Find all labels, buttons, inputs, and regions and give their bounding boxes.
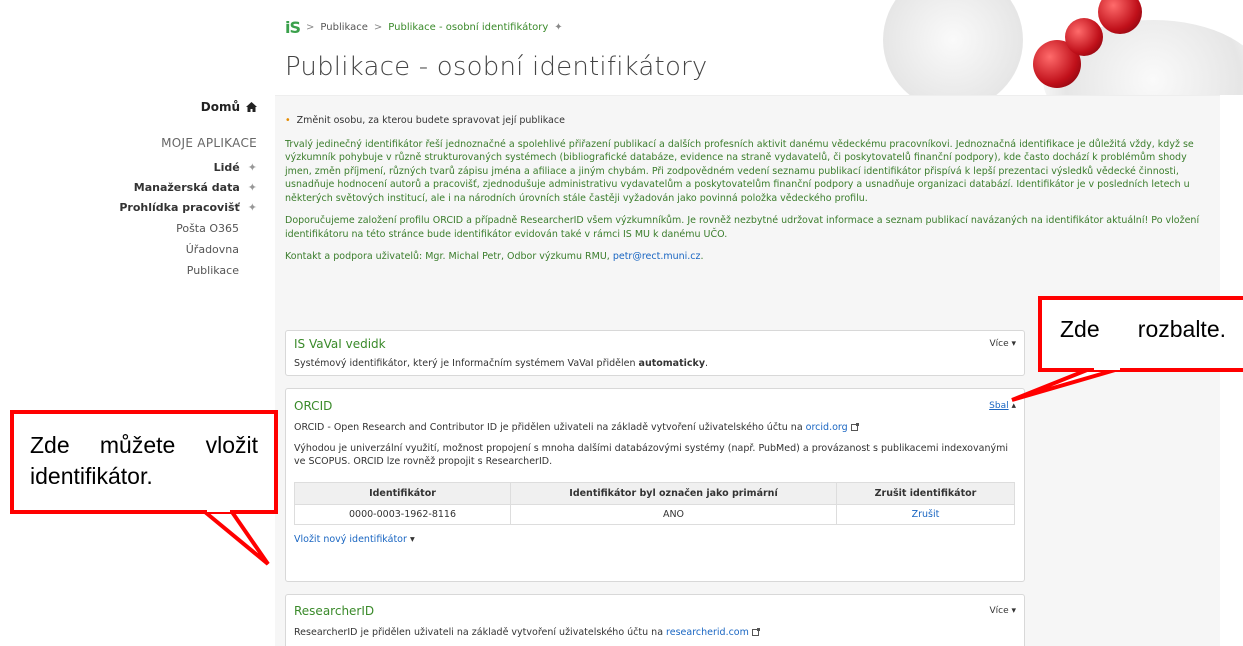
breadcrumb-separator: > xyxy=(373,22,383,33)
identifier-value: 0000-0003-1962-8116 xyxy=(294,504,511,525)
sidebar-item-publikace[interactable]: Publikace xyxy=(57,260,257,281)
callout-pointer-left xyxy=(199,510,270,566)
table-header: Zrušit identifikátor xyxy=(836,482,1015,505)
cancel-identifier-link[interactable]: Zrušit xyxy=(912,509,940,520)
researcherid-link[interactable]: researcherid.com xyxy=(666,627,749,638)
table-header: Identifikátor byl označen jako primární xyxy=(510,482,837,505)
collapse-button[interactable]: Sbal ▴ xyxy=(989,401,1016,411)
sidebar-home-label: Domů xyxy=(200,100,240,114)
card-text-part: . xyxy=(705,358,709,369)
orcid-link[interactable]: orcid.org xyxy=(806,422,848,433)
sidebar-item-label: Manažerská data xyxy=(133,181,240,194)
sidebar-item-posta[interactable]: Pošta O365 xyxy=(57,218,257,239)
change-person-label: Změnit osobu, za kterou budete spravovat… xyxy=(296,115,565,126)
orcid-description: ORCID - Open Research and Contributor ID… xyxy=(294,421,1016,434)
breadcrumb-separator: > xyxy=(306,22,315,33)
breadcrumb-current[interactable]: Publikace - osobní identifikátory xyxy=(388,22,548,33)
sidebar: Domů MOJE APLIKACE Lidé ✦ Manažerská dat… xyxy=(57,100,257,281)
card-text-bold: automaticky xyxy=(638,358,706,369)
callout-text: Zde xyxy=(30,432,70,458)
pin-icon[interactable]: ✦ xyxy=(248,198,257,218)
contact-email-link[interactable]: petr@rect.muni.cz xyxy=(613,251,701,262)
contact-paragraph: Kontakt a podpora uživatelů: Mgr. Michal… xyxy=(285,250,1205,264)
table-header: Identifikátor xyxy=(294,482,511,505)
collapse-label[interactable]: Sbal xyxy=(989,401,1008,411)
home-icon xyxy=(246,102,257,112)
pin-icon[interactable]: ✦ xyxy=(248,158,257,178)
is-logo[interactable]: iS xyxy=(285,18,301,37)
card-vaval: IS VaVaI vedidk Více ▾ Systémový identif… xyxy=(285,330,1025,376)
chevron-down-icon: ▾ xyxy=(409,534,415,545)
callout-insert-hint: Zde můžete vložit identifikátor. xyxy=(10,410,278,514)
contact-text: Kontakt a podpora uživatelů: Mgr. Michal… xyxy=(285,251,613,262)
sidebar-item-uradovna[interactable]: Úřadovna xyxy=(57,239,257,260)
intro-paragraph: Trvalý jedinečný identifikátor řeší jedn… xyxy=(285,138,1194,204)
pin-icon[interactable]: ✦ xyxy=(554,22,562,33)
sidebar-item-lide[interactable]: Lidé ✦ xyxy=(57,158,257,178)
chevron-up-icon: ▴ xyxy=(1011,401,1016,411)
pin-icon[interactable]: ✦ xyxy=(248,178,257,198)
identifier-table: Identifikátor Identifikátor byl označen … xyxy=(294,482,1015,525)
callout-text: Zde xyxy=(1060,316,1100,342)
card-orcid: ORCID Sbal ▴ ORCID - Open Research and C… xyxy=(285,388,1025,582)
callout-expand-hint: Zde rozbalte. xyxy=(1038,296,1243,372)
card-title: ResearcherID xyxy=(294,604,375,618)
insert-identifier[interactable]: Vložit nový identifikátor ▾ xyxy=(294,533,1016,546)
page-title: Publikace - osobní identifikátory xyxy=(285,52,708,82)
callout-text: můžete xyxy=(99,432,176,458)
cancel-cell: Zrušit xyxy=(836,504,1015,525)
contact-suffix: . xyxy=(700,251,704,262)
table-row: 0000-0003-1962-8116 ANO Zrušit xyxy=(294,504,1015,525)
callout-text: identifikátor. xyxy=(30,463,153,489)
callout-text: vložit xyxy=(205,432,258,458)
card-title: IS VaVaI vedidk xyxy=(294,337,386,351)
orcid-text: ORCID - Open Research and Contributor ID… xyxy=(294,422,806,433)
insert-identifier-link[interactable]: Vložit nový identifikátor xyxy=(294,534,407,545)
external-link-icon xyxy=(751,628,760,636)
orcid-benefits: Výhodou je univerzální využití, možnost … xyxy=(294,443,1008,467)
breadcrumb-publikace[interactable]: Publikace xyxy=(320,22,368,33)
bullet-icon: • xyxy=(285,115,291,126)
breadcrumb: iS > Publikace > Publikace - osobní iden… xyxy=(285,18,563,37)
sidebar-home[interactable]: Domů xyxy=(57,100,257,114)
callout-join xyxy=(207,506,230,512)
callout-join xyxy=(1094,364,1120,370)
card-text: Systémový identifikátor, který je Inform… xyxy=(286,353,1024,376)
card-researcherid: ResearcherID Více ▾ ResearcherID je přid… xyxy=(285,594,1025,646)
recommend-paragraph: Doporučujeme založení profilu ORCID a př… xyxy=(285,215,1200,240)
sidebar-item-label: Prohlídka pracovišť xyxy=(119,201,240,214)
card-text: ResearcherID je přidělen uživateli na zá… xyxy=(286,620,1024,645)
card-title: ORCID xyxy=(294,399,333,413)
callout-text: rozbalte. xyxy=(1137,316,1226,342)
change-person-link[interactable]: • Změnit osobu, za kterou budete spravova… xyxy=(285,114,1205,128)
sidebar-item-label: Lidé xyxy=(213,161,240,174)
header-decoration xyxy=(843,0,1243,95)
card-text-part: Systémový identifikátor, který je Inform… xyxy=(294,358,639,369)
sidebar-item-manazerska-data[interactable]: Manažerská data ✦ xyxy=(57,178,257,198)
sidebar-section-title: MOJE APLIKACE xyxy=(161,136,257,150)
expand-button[interactable]: Více ▾ xyxy=(989,606,1016,616)
primary-value: ANO xyxy=(510,504,837,525)
sidebar-item-prohlidka-pracovist[interactable]: Prohlídka pracovišť ✦ xyxy=(57,198,257,218)
card-text-part: ResearcherID je přidělen uživateli na zá… xyxy=(294,627,667,638)
external-link-icon xyxy=(850,423,859,431)
expand-button[interactable]: Více ▾ xyxy=(989,339,1016,349)
